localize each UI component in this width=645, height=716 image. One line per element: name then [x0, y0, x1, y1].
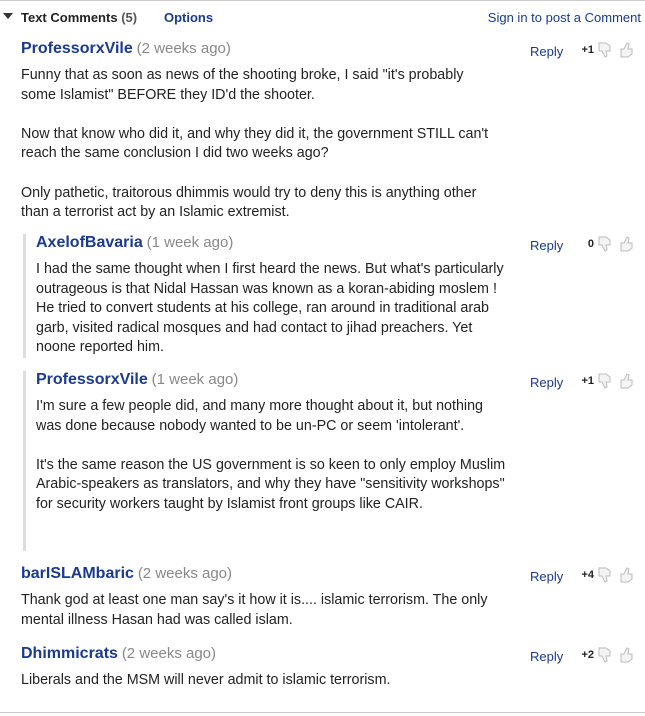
comment-controls: Reply +4 — [530, 566, 645, 588]
thumbs-down-icon[interactable] — [596, 235, 614, 253]
comments-title: Text Comments (5) — [21, 10, 137, 25]
comment-body: Thank god at least one man say's it how … — [21, 592, 488, 628]
bottom-divider — [0, 712, 645, 713]
comment-body: Liberals and the MSM will never admit to… — [21, 672, 391, 688]
reply-button[interactable]: Reply — [530, 238, 563, 253]
comment-author[interactable]: ProfessorxVile — [36, 371, 148, 388]
comment: ProfessorxVile (2 weeks ago) Funny that … — [21, 40, 501, 223]
comment-time: (2 weeks ago) — [136, 40, 231, 57]
sign-in-link[interactable]: Sign in to post a Comment — [488, 10, 641, 25]
comment-time: (1 week ago) — [151, 371, 239, 388]
comment-score: +4 — [581, 569, 594, 581]
thumbs-down-icon[interactable] — [596, 566, 614, 584]
reply-button[interactable]: Reply — [530, 44, 563, 59]
comment-body: I had the same thought when I first hear… — [36, 261, 504, 356]
comment-score: +1 — [581, 44, 594, 56]
reply-button[interactable]: Reply — [530, 375, 563, 390]
comment-score: 0 — [587, 238, 594, 250]
comment-author[interactable]: AxelofBavaria — [36, 234, 143, 251]
comment-controls: Reply +2 — [530, 646, 645, 668]
comment-author[interactable]: barISLAMbaric — [21, 565, 134, 582]
thumbs-up-icon[interactable] — [618, 372, 636, 390]
comments-header: Text Comments (5) Options Sign in to pos… — [0, 0, 645, 31]
comment-score: +1 — [581, 375, 594, 387]
options-link[interactable]: Options — [164, 10, 213, 25]
thumbs-up-icon[interactable] — [618, 235, 636, 253]
comment-controls: Reply 0 — [530, 235, 645, 257]
comment-body: I'm sure a few people did, and many more… — [36, 398, 506, 512]
thumbs-up-icon[interactable] — [618, 566, 636, 584]
comment-author[interactable]: Dhimmicrats — [21, 645, 118, 662]
comments-title-label: Text Comments — [21, 10, 118, 25]
thumbs-down-icon[interactable] — [596, 41, 614, 59]
thumbs-up-icon[interactable] — [618, 646, 636, 664]
comment-author[interactable]: ProfessorxVile — [21, 40, 133, 57]
comment-time: (2 weeks ago) — [137, 565, 233, 582]
comment-reply: AxelofBavaria (1 week ago) I had the sam… — [23, 234, 506, 358]
comment-time: (2 weeks ago) — [121, 645, 217, 662]
comments-count: (5) — [121, 10, 138, 25]
comment: barISLAMbaric (2 weeks ago) Thank god at… — [21, 565, 491, 630]
comment-controls: Reply +1 — [530, 372, 645, 394]
thumbs-up-icon[interactable] — [618, 41, 636, 59]
comment-controls: Reply +1 — [530, 41, 645, 63]
reply-button[interactable]: Reply — [530, 569, 563, 584]
comment: Dhimmicrats (2 weeks ago) Liberals and t… — [21, 645, 491, 691]
comment-time: (1 week ago) — [146, 234, 234, 251]
thumbs-down-icon[interactable] — [596, 372, 614, 390]
comment-body: Funny that as soon as news of the shooti… — [21, 67, 489, 221]
reply-button[interactable]: Reply — [530, 649, 563, 664]
collapse-arrow-icon[interactable] — [3, 13, 13, 19]
comment-score: +2 — [581, 649, 594, 661]
thumbs-down-icon[interactable] — [596, 646, 614, 664]
comment-reply: ProfessorxVile (1 week ago) I'm sure a f… — [23, 371, 506, 551]
